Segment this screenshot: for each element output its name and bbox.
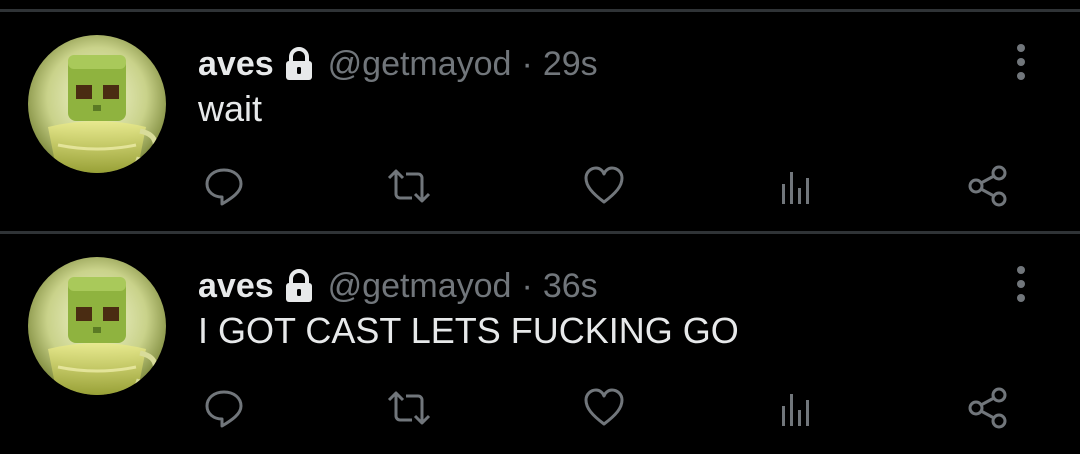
reply-icon <box>205 168 243 206</box>
reply-icon <box>205 390 243 428</box>
more-vertical-icon[interactable] <box>1006 40 1036 84</box>
share-icon <box>968 165 1007 207</box>
analytics-button[interactable] <box>772 384 820 432</box>
tweet-actions <box>0 384 1080 434</box>
heart-icon <box>584 388 624 426</box>
retweet-icon <box>387 391 431 425</box>
retweet-button[interactable] <box>385 384 433 432</box>
lock-icon <box>284 47 314 81</box>
retweet-button[interactable] <box>385 162 433 210</box>
lock-icon <box>284 269 314 303</box>
analytics-button[interactable] <box>772 162 820 210</box>
reply-button[interactable] <box>200 384 248 432</box>
display-name[interactable]: aves <box>198 45 274 84</box>
retweet-icon <box>387 169 431 203</box>
analytics-icon <box>782 394 809 426</box>
separator: · <box>521 44 533 83</box>
share-icon <box>968 387 1007 429</box>
tweet-header: aves @getmayod · 36s <box>198 264 598 308</box>
separator: · <box>521 266 533 305</box>
display-name[interactable]: aves <box>198 267 274 306</box>
share-button[interactable] <box>964 162 1012 210</box>
timestamp[interactable]: 29s <box>543 45 598 84</box>
share-button[interactable] <box>964 384 1012 432</box>
tweet[interactable]: aves @getmayod · 36s I GOT CAST LETS FUC… <box>0 234 1080 454</box>
heart-icon <box>584 166 624 204</box>
more-vertical-icon[interactable] <box>1006 262 1036 306</box>
reply-button[interactable] <box>200 162 248 210</box>
like-button[interactable] <box>580 384 628 432</box>
avatar[interactable] <box>28 257 166 395</box>
avatar[interactable] <box>28 35 166 173</box>
timestamp[interactable]: 36s <box>543 267 598 306</box>
tweet[interactable]: aves @getmayod · 29s wait <box>0 12 1080 232</box>
tweet-text: wait <box>198 88 263 129</box>
tweet-header: aves @getmayod · 29s <box>198 42 598 86</box>
like-button[interactable] <box>580 162 628 210</box>
analytics-icon <box>782 172 809 204</box>
tweet-actions <box>0 162 1080 212</box>
tweet-text: I GOT CAST LETS FUCKING GO <box>198 310 739 351</box>
handle[interactable]: @getmayod <box>328 267 512 306</box>
handle[interactable]: @getmayod <box>328 45 512 84</box>
